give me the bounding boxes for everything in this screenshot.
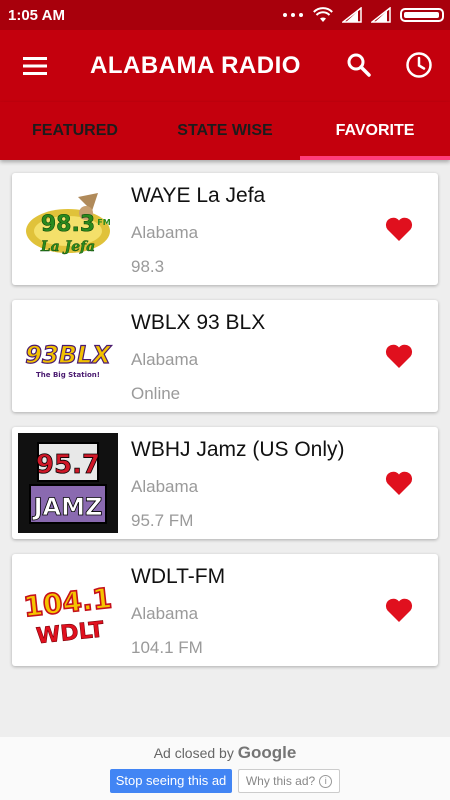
logo-text: 93BLX bbox=[25, 341, 112, 369]
ad-banner: Ad closed by Google Stop seeing this ad … bbox=[0, 737, 450, 800]
station-state: Alabama bbox=[131, 223, 199, 242]
info-icon: i bbox=[319, 775, 333, 789]
ad-closed-label: Ad closed by bbox=[153, 745, 234, 761]
logo-text: JAMZ bbox=[32, 493, 103, 521]
station-card[interactable]: 93BLX The Big Station! WBLX 93 BLX Alaba… bbox=[12, 300, 438, 412]
station-name: WDLT-FM bbox=[131, 565, 226, 588]
signal-icon bbox=[371, 7, 391, 23]
heart-icon[interactable] bbox=[385, 216, 413, 242]
logo-text: WDLT bbox=[35, 618, 105, 650]
app-title: ALABAMA RADIO bbox=[90, 52, 301, 79]
menu-icon[interactable] bbox=[22, 53, 48, 79]
favorite-station-list: 98.3 FM La Jefa WAYE La Jefa Alabama 98.… bbox=[12, 173, 438, 681]
station-name: WAYE La Jefa bbox=[131, 184, 266, 207]
station-name: WBLX 93 BLX bbox=[131, 311, 266, 334]
station-card[interactable]: 95.7 JAMZ WBHJ Jamz (US Only) Alabama 95… bbox=[12, 427, 438, 539]
station-frequency: Online bbox=[131, 384, 181, 403]
ad-closed-notice: Ad closed by Google bbox=[0, 743, 450, 763]
station-logo: 104.1 WDLT bbox=[18, 560, 118, 660]
station-state: Alabama bbox=[131, 477, 199, 496]
logo-text: FM bbox=[97, 218, 110, 227]
tab-featured[interactable]: FEATURED bbox=[0, 102, 150, 160]
stop-seeing-ad-button[interactable]: Stop seeing this ad bbox=[110, 769, 232, 793]
station-logo: 98.3 FM La Jefa bbox=[18, 179, 118, 279]
heart-icon[interactable] bbox=[385, 597, 413, 623]
logo-text: 98.3 bbox=[41, 212, 95, 237]
tab-state-wise[interactable]: STATE WISE bbox=[150, 102, 300, 160]
station-frequency: 98.3 bbox=[131, 257, 165, 276]
station-logo: 95.7 JAMZ bbox=[18, 433, 118, 533]
heart-icon[interactable] bbox=[385, 470, 413, 496]
google-logo: Google bbox=[237, 743, 297, 762]
wifi-icon bbox=[313, 7, 333, 22]
tab-bar: FEATURED STATE WISE FAVORITE bbox=[0, 102, 450, 160]
heart-icon[interactable] bbox=[385, 343, 413, 369]
why-this-ad-button[interactable]: Why this ad? i bbox=[238, 769, 340, 793]
station-card[interactable]: 98.3 FM La Jefa WAYE La Jefa Alabama 98.… bbox=[12, 173, 438, 285]
battery-icon bbox=[400, 8, 444, 22]
history-clock-icon[interactable] bbox=[405, 51, 433, 79]
why-this-ad-label: Why this ad? bbox=[245, 774, 316, 788]
dots-icon bbox=[283, 13, 303, 17]
logo-text: The Big Station! bbox=[36, 371, 100, 379]
search-icon[interactable] bbox=[346, 52, 372, 78]
signal-icon bbox=[342, 7, 362, 23]
status-icons bbox=[282, 6, 444, 24]
station-name: WBHJ Jamz (US Only) bbox=[131, 438, 345, 461]
app-bar: ALABAMA RADIO bbox=[0, 30, 450, 102]
station-frequency: 104.1 FM bbox=[131, 638, 203, 657]
station-frequency: 95.7 FM bbox=[131, 511, 194, 530]
logo-text: La Jefa bbox=[40, 239, 95, 255]
tab-favorite[interactable]: FAVORITE bbox=[300, 102, 450, 160]
status-time: 1:05 AM bbox=[8, 7, 65, 24]
status-bar: 1:05 AM bbox=[0, 0, 450, 30]
logo-text: 95.7 bbox=[36, 450, 100, 480]
station-state: Alabama bbox=[131, 350, 199, 369]
station-logo: 93BLX The Big Station! bbox=[18, 306, 118, 406]
station-state: Alabama bbox=[131, 604, 199, 623]
station-card[interactable]: 104.1 WDLT WDLT-FM Alabama 104.1 FM bbox=[12, 554, 438, 666]
